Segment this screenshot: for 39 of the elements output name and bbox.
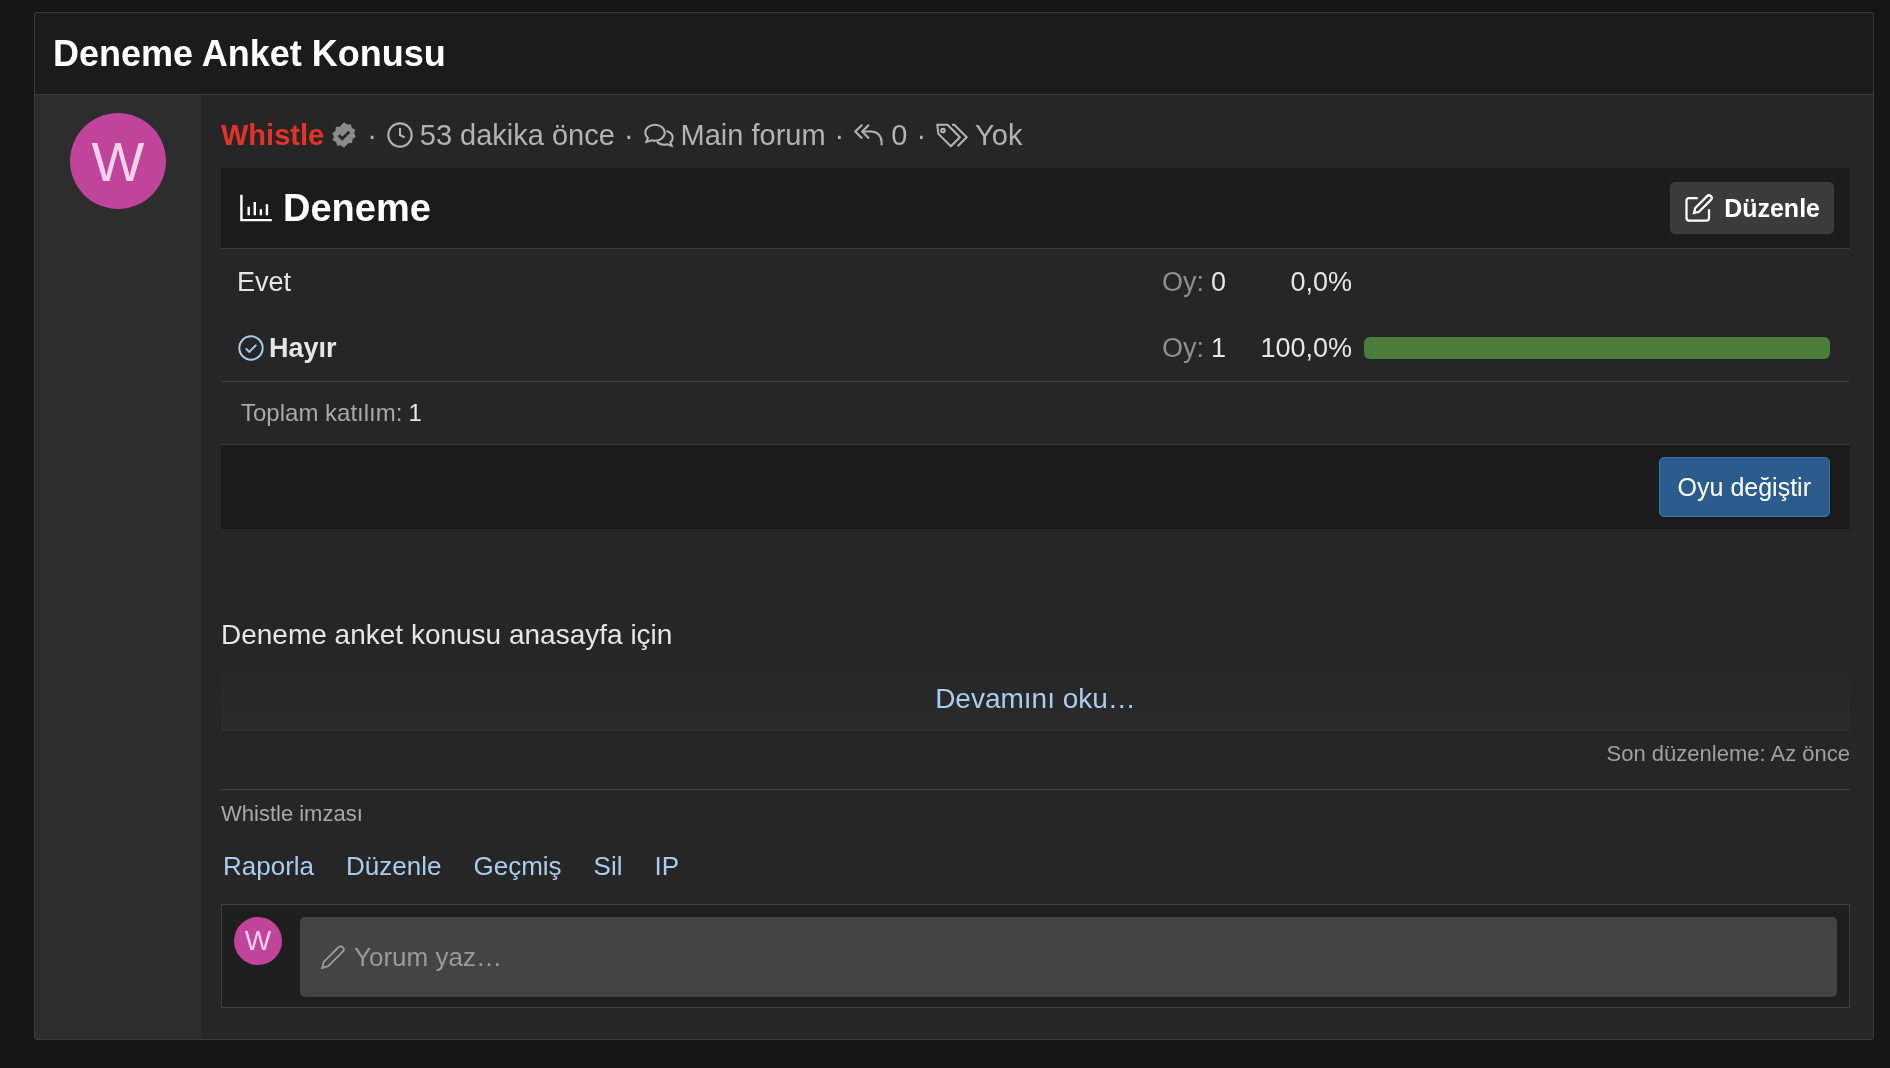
separator: ·	[916, 118, 927, 152]
vote-count: 0	[1211, 266, 1227, 298]
total-count: 1	[408, 399, 422, 427]
separator: ·	[623, 118, 634, 152]
thread-title: Deneme Anket Konusu	[53, 32, 446, 75]
vote-percent: 0,0%	[1289, 266, 1352, 298]
separator: ·	[834, 118, 845, 152]
pencil-icon	[320, 944, 346, 970]
action-link[interactable]: Düzenle	[346, 850, 442, 882]
vote-count: 1	[1211, 332, 1227, 364]
action-link[interactable]: Raporla	[223, 850, 315, 882]
votes-label: Oy:	[1162, 332, 1204, 364]
change-vote-button[interactable]: Oyu değiştir	[1658, 457, 1830, 517]
edit-button[interactable]: Düzenle	[1670, 182, 1834, 234]
post-time: 53 dakika önce	[419, 118, 615, 152]
chat-bubbles-icon	[642, 121, 675, 149]
reply-count: 0	[891, 118, 908, 152]
action-link[interactable]: IP	[654, 850, 680, 882]
separator: ·	[367, 118, 377, 152]
forum-link[interactable]: Main forum	[680, 118, 826, 152]
option-label: Evet	[237, 266, 292, 298]
total-label: Toplam katılım:	[241, 399, 403, 427]
read-more-link[interactable]: Devamını oku…	[935, 683, 1136, 715]
clock-icon	[385, 121, 414, 149]
comment-field[interactable]: Yorum yaz…	[300, 917, 1837, 997]
action-link[interactable]: Geçmiş	[473, 850, 562, 882]
tags-icon	[935, 121, 970, 149]
option-label: Hayır	[269, 332, 337, 364]
poll-title: Deneme	[283, 186, 432, 230]
vote-percent: 100,0%	[1259, 332, 1352, 364]
votes-label: Oy:	[1162, 266, 1204, 298]
signature: Whistle imzası	[221, 800, 364, 828]
post-body: Deneme anket konusu anasayfa için	[221, 618, 674, 652]
bar-chart-icon	[239, 193, 273, 223]
edit-icon	[1684, 193, 1715, 223]
tag-list: Yok	[975, 118, 1023, 152]
last-edited: Son düzenleme: Az önce	[1606, 741, 1850, 767]
user-avatar: W	[234, 917, 282, 965]
action-link[interactable]: Sil	[593, 850, 623, 882]
